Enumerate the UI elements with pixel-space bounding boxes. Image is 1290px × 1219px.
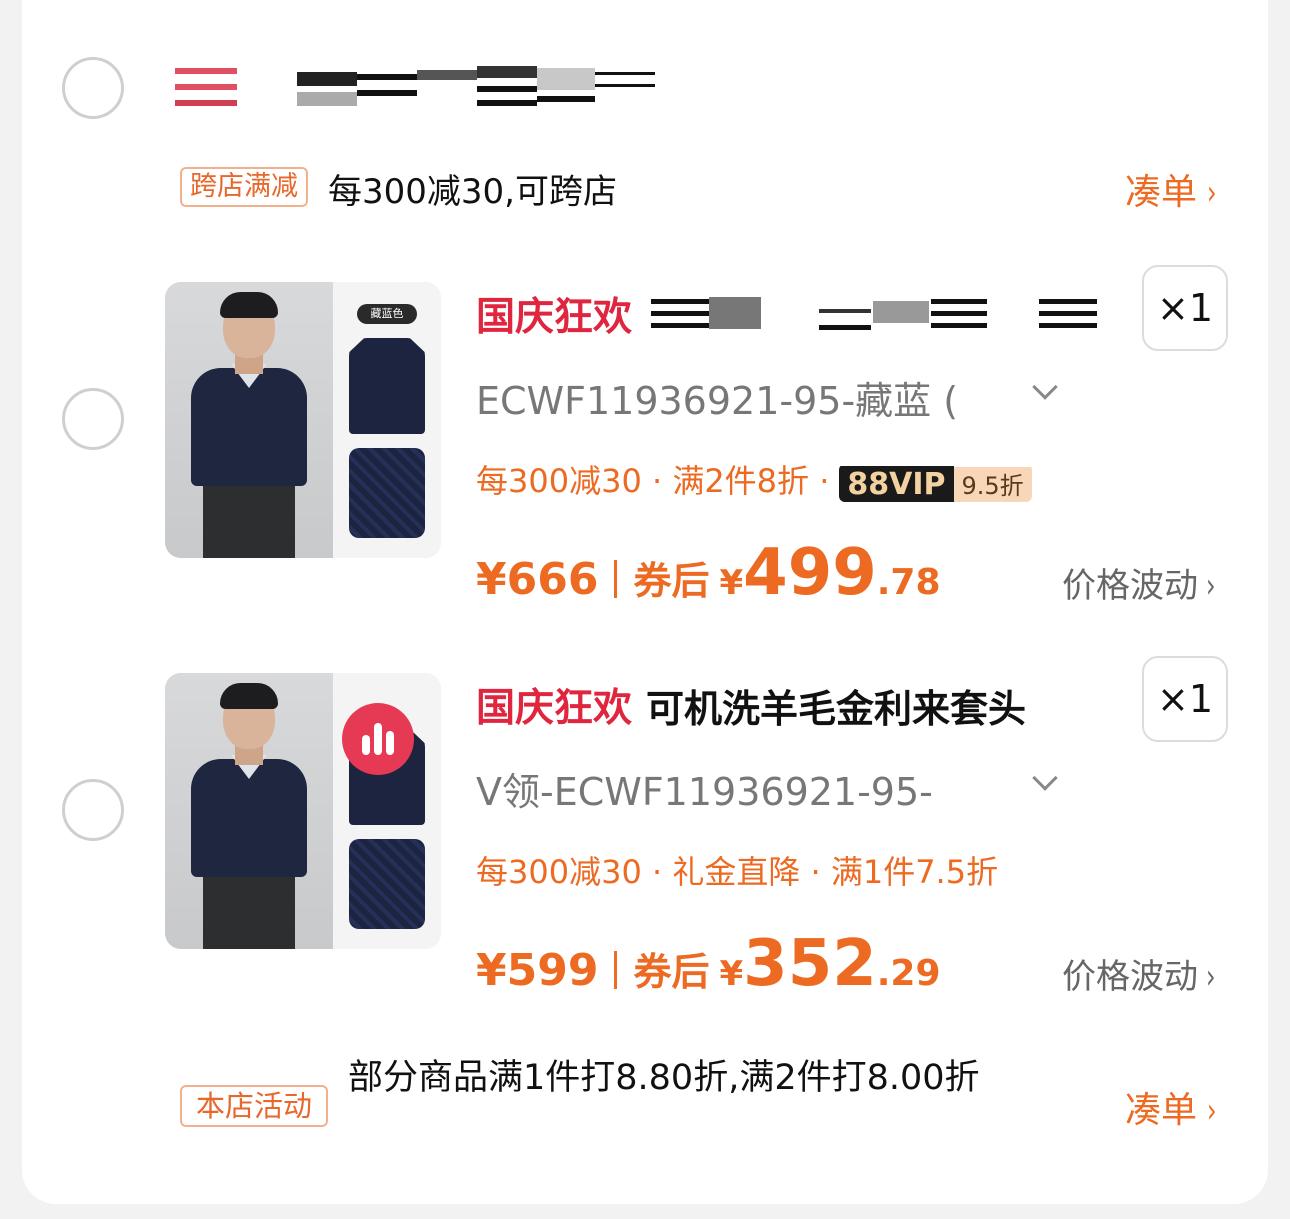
vip-badge: 88VIP 9.5折 [839, 464, 1032, 502]
price-decimal: .29 [876, 953, 941, 994]
price-divider [614, 560, 618, 598]
collect-label: 凑单 [1125, 172, 1198, 213]
vip-discount: 9.5折 [953, 467, 1032, 502]
product-thumbnail[interactable] [165, 673, 441, 949]
product-select-radio[interactable] [62, 388, 124, 450]
quantity-stepper[interactable]: ×1 [1142, 656, 1228, 742]
product-thumbnail[interactable]: 藏蓝色 [165, 282, 441, 558]
fluct-label: 价格波动 [1062, 566, 1198, 606]
price-fluctuation-link[interactable]: 价格波动 › [1062, 949, 1218, 998]
chevron-right-icon: › [1206, 566, 1216, 606]
collect-button-top[interactable]: 凑单 › [1125, 163, 1219, 215]
chevron-right-icon: › [1206, 957, 1216, 997]
cross-store-promo-text: 每300减30,可跨店 [328, 172, 617, 212]
original-price: ¥599 [476, 945, 599, 996]
vip-label: 88VIP [839, 466, 954, 502]
festival-tag: 国庆狂欢 [476, 295, 633, 340]
price-decimal: .78 [876, 562, 941, 603]
chevron-right-icon: › [1207, 173, 1217, 213]
store-activity-text: 部分商品满1件打8.80折,满2件打8.00折 [348, 1058, 980, 1098]
promo-text: 每300减30 · 满2件8折 · [476, 462, 830, 500]
chevron-right-icon: › [1207, 1091, 1217, 1131]
festival-tag: 国庆狂欢 [476, 686, 633, 731]
fabric-image [349, 448, 425, 538]
after-coupon-label: 券后 [633, 559, 710, 603]
fabric-image [349, 839, 425, 929]
model-photo [165, 673, 333, 949]
currency-symbol: ¥ [719, 563, 744, 603]
product-title: 可机洗羊毛金利来套头 [646, 686, 1027, 731]
store-select-radio[interactable] [62, 57, 124, 119]
price-row: ¥599 券后 ¥352.29 [476, 927, 941, 1001]
currency-symbol: ¥ [719, 954, 744, 994]
collect-button-bottom[interactable]: 凑单 › [1125, 1081, 1219, 1133]
product-title-redacted [651, 291, 1099, 337]
product-select-radio[interactable] [62, 779, 124, 841]
product-promos: 每300减30 · 礼金直降 · 满1件7.5折 [476, 853, 999, 891]
after-coupon-label: 券后 [633, 950, 710, 994]
product-promos: 每300减30 · 满2件8折 · 88VIP 9.5折 [476, 456, 1032, 502]
fluct-label: 价格波动 [1062, 957, 1198, 997]
price-integer: 499 [743, 536, 877, 610]
sku-selector[interactable]: V领-ECWF11936921-95- [476, 761, 933, 816]
price-integer: 352 [743, 927, 877, 1001]
store-name-redacted[interactable] [175, 64, 657, 110]
product-title-line[interactable]: 国庆狂欢 可机洗羊毛金利来套头 [476, 677, 1026, 731]
bar-chart-icon[interactable] [342, 703, 414, 775]
product-title-line[interactable]: 国庆狂欢 [476, 286, 1099, 340]
model-photo [165, 282, 333, 558]
store-activity-tag: 本店活动 [180, 1085, 328, 1127]
original-price: ¥666 [476, 554, 599, 605]
sku-selector[interactable]: ECWF11936921-95-藏蓝 ( [476, 370, 958, 425]
price-row: ¥666 券后 ¥499.78 [476, 536, 941, 610]
price-divider [614, 951, 618, 989]
color-swatch-label: 藏蓝色 [357, 304, 417, 324]
price-fluctuation-link[interactable]: 价格波动 › [1062, 558, 1218, 607]
cross-store-tag: 跨店满减 [180, 167, 308, 207]
sweater-image [349, 338, 425, 434]
quantity-stepper[interactable]: ×1 [1142, 265, 1228, 351]
collect-label: 凑单 [1125, 1090, 1198, 1131]
